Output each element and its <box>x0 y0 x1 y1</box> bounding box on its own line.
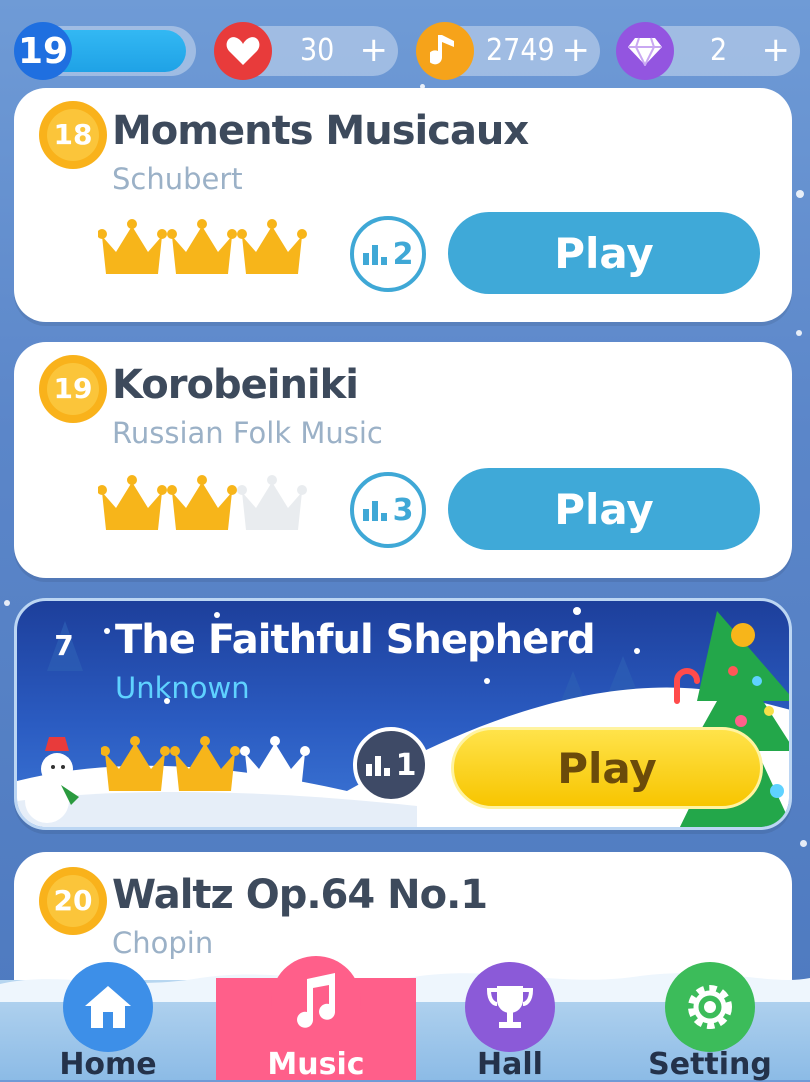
crown-icon <box>175 743 235 791</box>
crown-rating <box>101 736 310 791</box>
crown-icon <box>172 482 232 530</box>
rank-number: 1 <box>395 747 417 783</box>
nav-label: Hall <box>477 1047 543 1082</box>
play-button[interactable]: Play <box>448 468 760 550</box>
music-note-icon <box>271 956 361 1046</box>
crown-icon-empty <box>245 743 305 791</box>
heart-icon <box>214 22 272 80</box>
level-badge: 19 <box>36 352 110 426</box>
crown-icon-empty <box>242 482 302 530</box>
rank-number: 3 <box>392 492 414 528</box>
song-card: 19 Korobeiniki Russian Folk Music 3 Play <box>14 342 792 578</box>
crown-rating <box>98 475 307 530</box>
music-note-icon <box>416 22 474 80</box>
bottom-nav: Home Music Hall Setting <box>0 956 810 1082</box>
nav-label: Music <box>267 1047 365 1082</box>
hearts-pill: 30 + <box>214 22 398 80</box>
nav-setting[interactable]: Setting <box>610 962 810 1082</box>
nav-home[interactable]: Home <box>8 962 208 1082</box>
song-card: 18 Moments Musicaux Schubert 2 Play <box>14 88 792 322</box>
badge-number: 20 <box>53 884 93 917</box>
play-button[interactable]: Play <box>448 212 760 294</box>
song-artist: Unknown <box>115 671 250 705</box>
nav-label: Setting <box>648 1047 772 1082</box>
play-button[interactable]: Play <box>451 727 763 809</box>
song-title: The Faithful Shepherd <box>115 617 596 663</box>
trophy-icon <box>465 962 555 1052</box>
crown-rating <box>98 219 307 274</box>
add-notes-button[interactable]: + <box>562 26 591 76</box>
gear-icon <box>665 962 755 1052</box>
song-artist: Schubert <box>112 162 243 196</box>
leaderboard-rank-button[interactable]: 1 <box>353 727 429 803</box>
song-card-holiday: 7 The Faithful Shepherd Unknown 1 Play <box>14 598 792 830</box>
leaderboard-rank-button[interactable]: 3 <box>350 472 426 548</box>
bar-chart-icon <box>365 756 390 776</box>
nav-label: Home <box>59 1047 157 1082</box>
level-badge: 19 <box>14 22 72 80</box>
add-gems-button[interactable]: + <box>762 26 791 76</box>
song-title: Korobeiniki <box>112 362 359 408</box>
bar-chart-icon <box>362 501 387 521</box>
level-number: 19 <box>17 30 69 72</box>
hearts-count: 30 <box>300 33 335 68</box>
crown-icon <box>242 226 302 274</box>
level-badge: 18 <box>36 98 110 172</box>
badge-number: 7 <box>54 629 74 662</box>
leaderboard-rank-button[interactable]: 2 <box>350 216 426 292</box>
song-artist: Russian Folk Music <box>112 416 383 450</box>
rank-number: 2 <box>392 236 414 272</box>
song-title: Moments Musicaux <box>112 108 529 154</box>
notes-pill: 2749 + <box>416 22 600 80</box>
gems-count: 2 <box>710 33 728 68</box>
notes-count: 2749 <box>486 33 555 68</box>
crown-icon <box>102 482 162 530</box>
crown-icon <box>105 743 165 791</box>
level-badge: 7 <box>27 609 101 683</box>
song-artist: Chopin <box>112 926 214 960</box>
level-pill: 19 <box>14 22 196 80</box>
add-hearts-button[interactable]: + <box>360 26 389 76</box>
nav-hall[interactable]: Hall <box>410 962 610 1082</box>
bar-chart-icon <box>362 245 387 265</box>
diamond-icon <box>616 22 674 80</box>
badge-number: 18 <box>53 118 93 151</box>
crown-icon <box>102 226 162 274</box>
gems-pill: 2 + <box>616 22 800 80</box>
crown-icon <box>172 226 232 274</box>
status-bar: 19 30 + 2749 + 2 + <box>0 0 810 100</box>
home-icon <box>63 962 153 1052</box>
badge-number: 19 <box>53 372 93 405</box>
nav-music[interactable]: Music <box>216 956 416 1082</box>
level-badge: 20 <box>36 864 110 938</box>
song-title: Waltz Op.64 No.1 <box>112 872 488 918</box>
